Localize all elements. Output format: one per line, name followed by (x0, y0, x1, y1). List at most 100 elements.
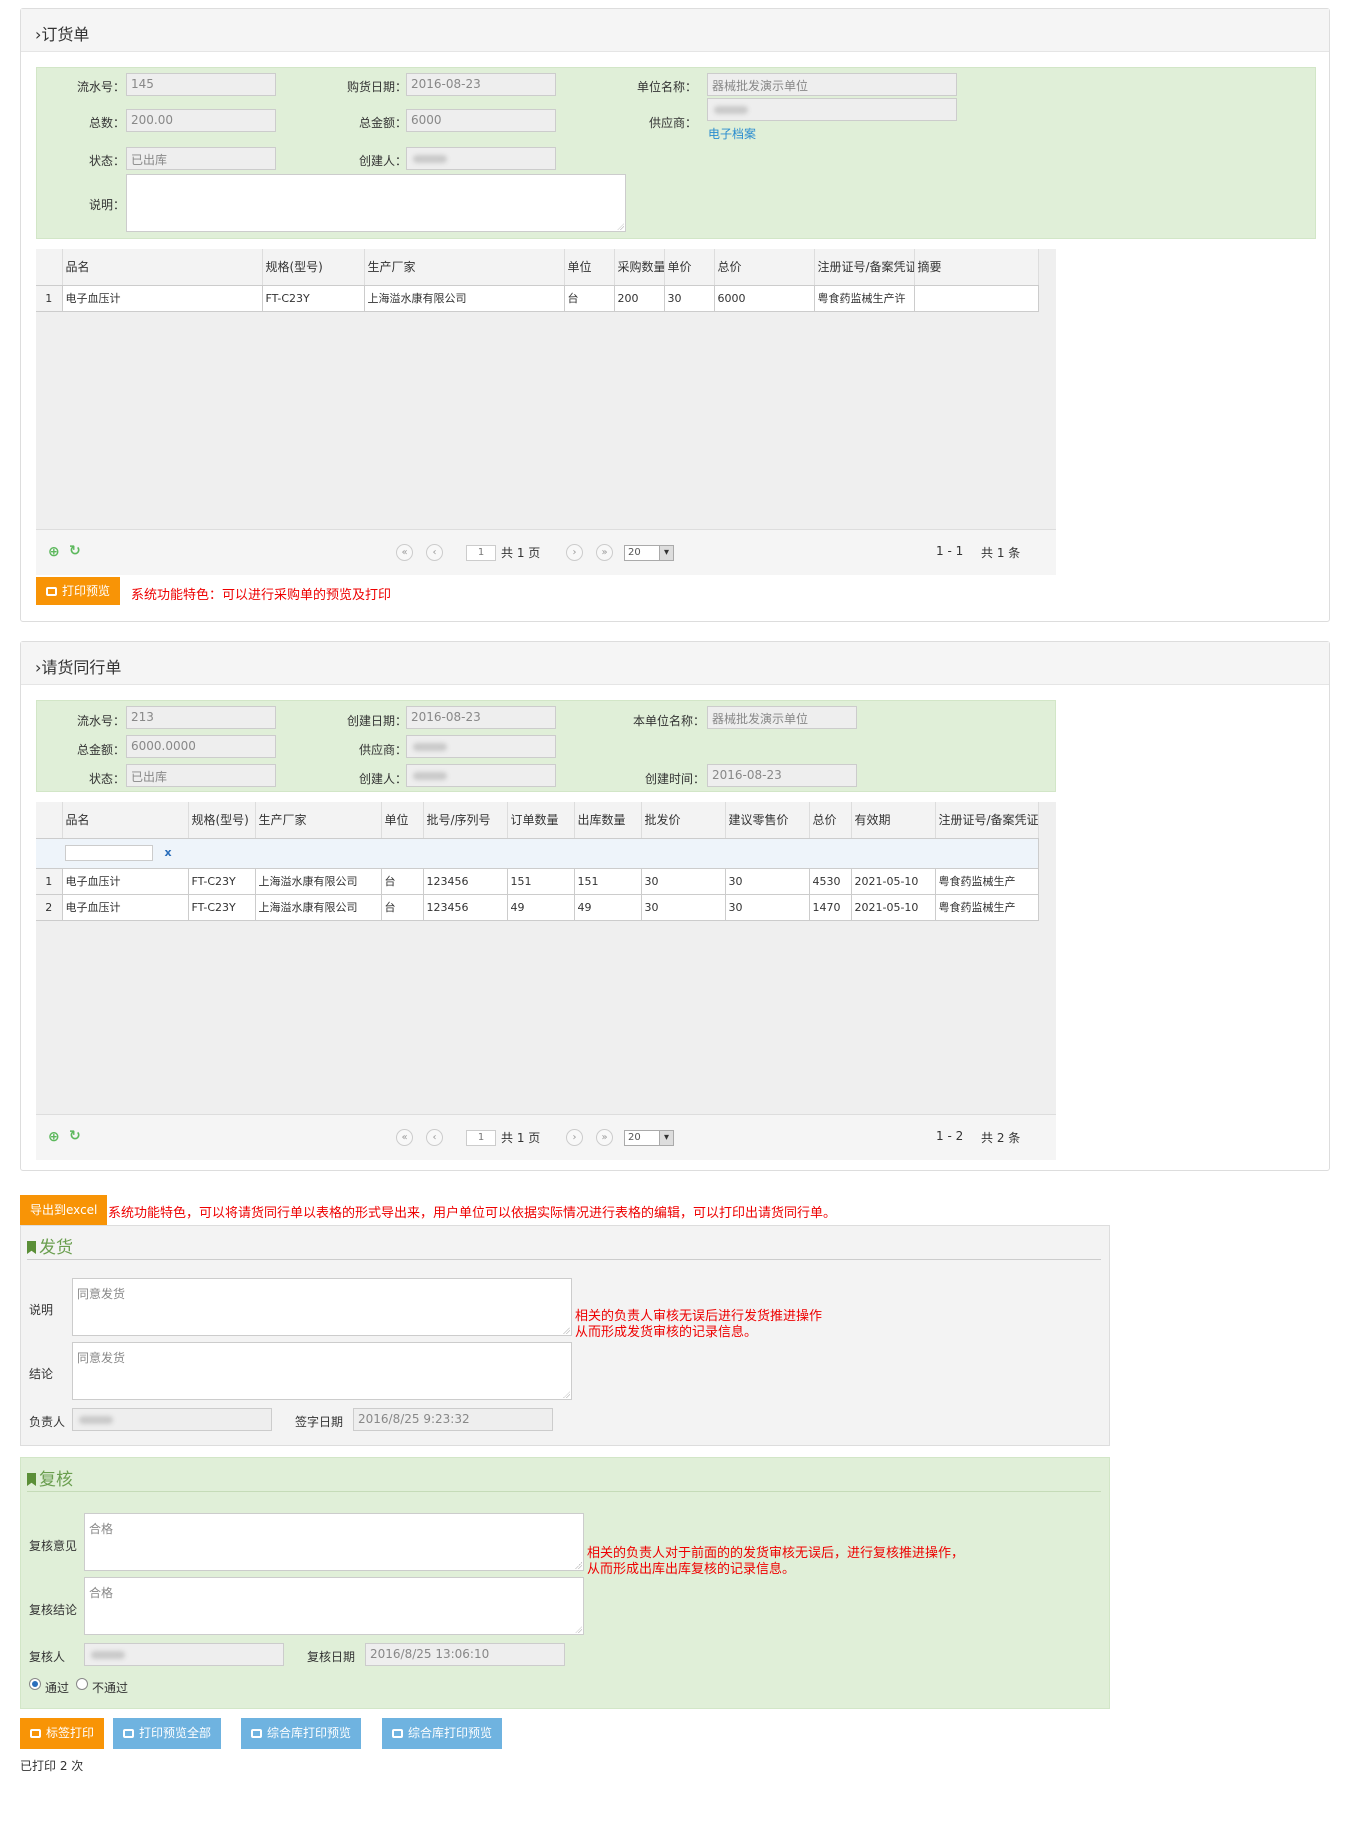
ship-note-2: 从而形成发货审核的记录信息。 (575, 1325, 758, 1340)
serial-field[interactable]: 213 (126, 706, 276, 729)
col-header[interactable]: 总价 (714, 249, 815, 286)
row-number: 2 (36, 894, 63, 921)
col-header[interactable]: 单位 (564, 249, 615, 286)
fail-label: 不通过 (92, 1681, 129, 1695)
col-header[interactable]: 注册证号/备案凭证号 (935, 802, 1039, 839)
cell: 151 (507, 868, 575, 895)
col-header[interactable]: 规格(型号) (188, 802, 256, 839)
request-panel-header[interactable]: ›请货同行单 (21, 642, 1329, 685)
ship-section: 发货 说明 同意发货 结论 同意发货 负责人 签字日期 2016/8/25 9:… (20, 1225, 1110, 1446)
total-label: 总金额： (76, 743, 125, 757)
col-header[interactable]: 建议零售价 (725, 802, 810, 839)
reviewer-field[interactable] (84, 1643, 284, 1666)
total-field[interactable]: 6000 (406, 109, 556, 132)
request-grid: 品名 规格(型号) 生产厂家 单位 批号/序列号 订单数量 出库数量 批发价 建… (36, 802, 1056, 1160)
request-table: 品名 规格(型号) 生产厂家 单位 批号/序列号 订单数量 出库数量 批发价 建… (36, 802, 1039, 921)
creator-field[interactable] (406, 764, 556, 787)
col-header[interactable]: 注册证号/备案凭证号 (814, 249, 915, 286)
col-header[interactable]: 出库数量 (574, 802, 642, 839)
col-header (36, 802, 63, 839)
col-header[interactable]: 品名 (62, 249, 263, 286)
warehouse-print-button-2[interactable]: 综合库打印预览 (382, 1718, 503, 1749)
reviewer-label: 复核人 (29, 1650, 66, 1664)
ship-conclusion-textarea[interactable]: 同意发货 (72, 1342, 572, 1400)
next-page-icon[interactable]: › (566, 1129, 583, 1146)
page-input[interactable]: 1 (466, 1130, 496, 1146)
cell: 电子血压计 (62, 894, 189, 921)
col-header[interactable]: 生产厂家 (364, 249, 565, 286)
table-row[interactable]: 1 电子血压计 FT-C23Y 上海溢水康有限公司 台 200 30 6000 … (36, 285, 1039, 312)
supplier-field[interactable] (707, 98, 957, 121)
ship-desc-label: 说明 (29, 1303, 54, 1317)
col-header[interactable]: 摘要 (914, 249, 1039, 286)
col-header[interactable]: 生产厂家 (255, 802, 382, 839)
review-note-2: 从而形成出库出库复核的记录信息。 (587, 1562, 796, 1577)
serial-field[interactable]: 145 (126, 73, 276, 96)
created-time-label: 创建时间： (644, 772, 705, 786)
order-panel-header[interactable]: ›订货单 (21, 9, 1329, 52)
prev-page-icon[interactable]: ‹ (426, 1129, 443, 1146)
created-time-field[interactable]: 2016-08-23 (707, 764, 857, 787)
ship-desc-textarea[interactable]: 同意发货 (72, 1278, 572, 1336)
table-row[interactable]: 1 电子血压计 FT-C23Y 上海溢水康有限公司 台 123456 151 1… (36, 868, 1039, 895)
status-field[interactable]: 已出库 (126, 764, 276, 787)
review-date-field[interactable]: 2016/8/25 13:06:10 (365, 1643, 565, 1666)
review-opinion-textarea[interactable]: 合格 (84, 1513, 584, 1571)
col-header[interactable]: 采购数量 (614, 249, 665, 286)
record-count: 共 2 条 (981, 1131, 1021, 1145)
last-page-icon[interactable]: » (596, 544, 613, 561)
zoom-icon[interactable]: ⊕ (48, 1129, 60, 1145)
col-header (36, 249, 63, 286)
col-header[interactable]: 批号/序列号 (423, 802, 508, 839)
total-field[interactable]: 6000.0000 (126, 735, 276, 758)
created-date-field[interactable]: 2016-08-23 (406, 706, 556, 729)
page-input[interactable]: 1 (466, 545, 496, 561)
creator-field[interactable] (406, 147, 556, 170)
name-filter-input[interactable] (65, 845, 153, 861)
label-print-button[interactable]: 标签打印 (20, 1718, 105, 1749)
print-preview-button[interactable]: 打印预览 (36, 577, 121, 605)
col-header[interactable]: 总价 (809, 802, 852, 839)
supplier-archive-link[interactable]: 电子档案 (708, 125, 756, 142)
zoom-icon[interactable]: ⊕ (48, 544, 60, 560)
refresh-icon[interactable]: ↻ (69, 1128, 81, 1144)
cell: 粤食药监械生产 (935, 894, 1039, 921)
col-header[interactable]: 品名 (62, 802, 189, 839)
ship-sign-date-field[interactable]: 2016/8/25 9:23:32 (353, 1408, 553, 1431)
purchase-date-field[interactable]: 2016-08-23 (406, 73, 556, 96)
ship-title: 发货 (27, 1233, 73, 1258)
status-field[interactable]: 已出库 (126, 147, 276, 170)
cell: 200 (614, 285, 665, 312)
supplier-field[interactable] (406, 735, 556, 758)
clear-filter-icon[interactable]: x (165, 846, 172, 859)
warehouse-print-button-1[interactable]: 综合库打印预览 (241, 1718, 362, 1749)
count-field[interactable]: 200.00 (126, 109, 276, 132)
unit-field[interactable]: 器械批发演示单位 (707, 73, 957, 96)
refresh-icon[interactable]: ↻ (69, 543, 81, 559)
review-conclusion-textarea[interactable]: 合格 (84, 1577, 584, 1635)
cell: 6000 (714, 285, 815, 312)
export-excel-button[interactable]: 导出到excel (20, 1195, 108, 1225)
table-row[interactable]: 2 电子血压计 FT-C23Y 上海溢水康有限公司 台 123456 49 49… (36, 894, 1039, 921)
col-header[interactable]: 订单数量 (507, 802, 575, 839)
col-header[interactable]: 有效期 (851, 802, 936, 839)
page-size-select[interactable]: 20 (624, 1130, 674, 1146)
col-header[interactable]: 规格(型号) (262, 249, 365, 286)
note-textarea[interactable] (126, 174, 626, 232)
flag-icon (27, 1241, 36, 1254)
col-header[interactable]: 单位 (381, 802, 424, 839)
col-header[interactable]: 批发价 (641, 802, 726, 839)
order-table: 品名 规格(型号) 生产厂家 单位 采购数量 单价 总价 注册证号/备案凭证号 … (36, 249, 1039, 312)
first-page-icon[interactable]: « (396, 544, 413, 561)
ship-owner-field[interactable] (72, 1408, 272, 1431)
print-all-button[interactable]: 打印预览全部 (113, 1718, 222, 1749)
next-page-icon[interactable]: › (566, 544, 583, 561)
pass-radio[interactable] (29, 1678, 41, 1690)
page-size-select[interactable]: 20 (624, 545, 674, 561)
col-header[interactable]: 单价 (664, 249, 715, 286)
first-page-icon[interactable]: « (396, 1129, 413, 1146)
unit-field[interactable]: 器械批发演示单位 (707, 706, 857, 729)
last-page-icon[interactable]: » (596, 1129, 613, 1146)
prev-page-icon[interactable]: ‹ (426, 544, 443, 561)
fail-radio[interactable] (76, 1678, 88, 1690)
